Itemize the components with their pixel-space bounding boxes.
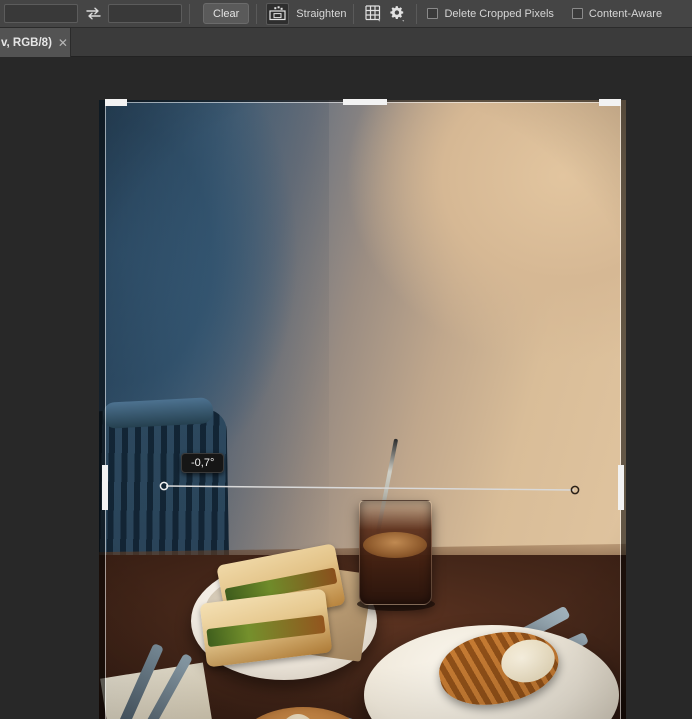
image-canvas[interactable]: -0,7°	[0, 57, 692, 719]
delete-cropped-pixels-label: Delete Cropped Pixels	[444, 7, 554, 20]
chevron-down-icon	[402, 20, 405, 22]
document-tab[interactable]: v, RGB/8) ✕	[0, 28, 71, 57]
document-tab-title: v, RGB/8)	[1, 36, 52, 49]
toolbar-separator-4	[416, 3, 418, 24]
crop-handle-top-right[interactable]	[599, 99, 621, 106]
delete-cropped-pixels-checkbox[interactable]: Delete Cropped Pixels	[427, 7, 554, 20]
delete-cropped-pixels-box[interactable]	[427, 8, 439, 19]
toolbar-separator-2	[256, 3, 258, 24]
straighten-label[interactable]: Straighten	[296, 8, 346, 20]
content-aware-box[interactable]	[571, 8, 583, 19]
close-icon[interactable]: ✕	[58, 37, 68, 49]
toolbar-separator-3	[353, 3, 355, 24]
crop-width-input[interactable]	[4, 4, 78, 23]
crop-handle-middle-left[interactable]	[102, 465, 108, 510]
straighten-level-icon	[269, 6, 286, 21]
crop-tool-options-bar: Clear Straighten Delete Cropped Pixels C…	[0, 0, 692, 28]
toolbar-separator-1	[189, 3, 190, 24]
crop-border-right	[620, 102, 621, 719]
crop-handle-middle-right[interactable]	[618, 465, 624, 510]
clear-button[interactable]: Clear	[203, 3, 250, 24]
crop-height-input[interactable]	[108, 4, 182, 23]
photograph	[105, 102, 621, 719]
crop-handle-top-left[interactable]	[105, 99, 127, 106]
crop-settings-button[interactable]	[385, 3, 409, 25]
content-aware-label: Content-Aware	[588, 7, 663, 20]
grid-overlay-icon	[365, 5, 381, 22]
straighten-icon-button[interactable]	[266, 2, 290, 25]
chevron-down-icon	[378, 20, 381, 22]
content-aware-checkbox[interactable]: Content-Aware	[571, 7, 663, 20]
crop-handle-top-center[interactable]	[343, 99, 387, 105]
swap-arrows-icon	[85, 7, 101, 20]
crop-overlay-options-button[interactable]	[361, 3, 385, 25]
swap-width-height-button[interactable]	[80, 3, 106, 25]
crop-selection-region[interactable]	[105, 102, 621, 719]
angle-tooltip: -0,7°	[181, 453, 225, 473]
document-tab-bar: v, RGB/8) ✕	[0, 28, 692, 63]
crop-border-left	[105, 102, 106, 719]
gear-icon	[390, 6, 405, 22]
